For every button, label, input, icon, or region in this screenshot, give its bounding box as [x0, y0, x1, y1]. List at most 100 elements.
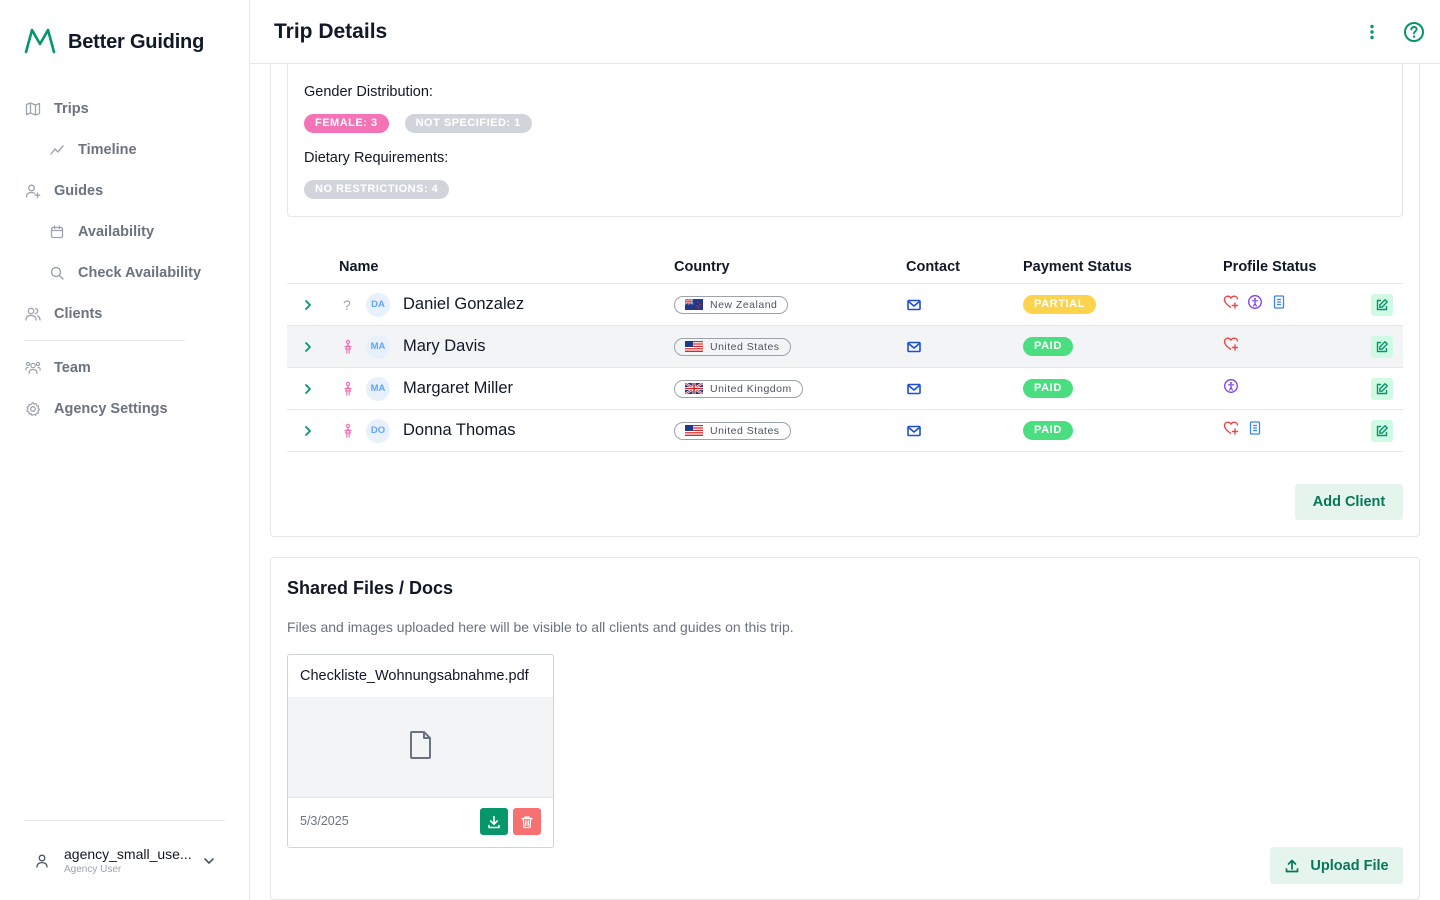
sidebar-item-team[interactable]: Team — [0, 347, 249, 388]
user-name: agency_small_use... — [64, 846, 192, 862]
female-icon — [341, 410, 355, 451]
mail-icon[interactable] — [906, 284, 922, 325]
accessibility-icon — [1247, 294, 1263, 315]
clients-card: Gender Distribution: FEMALE: 3 NOT SPECI… — [270, 64, 1420, 537]
heart-plus-icon — [1223, 420, 1239, 441]
payment-status-badge: PAID — [1023, 421, 1073, 440]
column-header-profile[interactable]: Profile Status — [1223, 259, 1316, 275]
table-row[interactable]: DO Donna Thomas United States PAID — [287, 410, 1403, 452]
edit-client-button[interactable] — [1371, 335, 1393, 358]
payment-status-badge: PAID — [1023, 337, 1073, 356]
trash-icon — [521, 815, 533, 828]
chevron-down-icon[interactable] — [199, 851, 219, 871]
client-name: Donna Thomas — [403, 421, 516, 439]
trip-summary: Gender Distribution: FEMALE: 3 NOT SPECI… — [287, 64, 1403, 217]
table-row[interactable]: ? DA Daniel Gonzalez New Zealand PARTIAL — [287, 284, 1403, 326]
file-name: Checkliste_Wohnungsabnahme.pdf — [300, 668, 529, 684]
sidebar-item-clients[interactable]: Clients — [0, 293, 249, 334]
sidebar-item-guides[interactable]: Guides — [0, 170, 249, 211]
shared-files-card: Shared Files / Docs Files and images upl… — [270, 557, 1420, 900]
help-icon[interactable] — [1402, 20, 1426, 44]
sidebar-item-check-availability[interactable]: Check Availability — [0, 252, 249, 293]
column-header-payment[interactable]: Payment Status — [1023, 259, 1132, 275]
accessibility-icon — [1223, 378, 1239, 399]
flag-us-icon — [685, 425, 703, 436]
gear-icon — [24, 400, 42, 418]
payment-status-badge: PAID — [1023, 379, 1073, 398]
section-title: Shared Files / Docs — [287, 578, 454, 598]
column-header-name[interactable]: Name — [339, 259, 379, 275]
gender-chip-not-specified: NOT SPECIFIED: 1 — [404, 114, 532, 133]
file-date: 5/3/2025 — [300, 814, 349, 828]
sidebar-item-label: Guides — [54, 182, 104, 199]
dietary-chip-no-restrictions: NO RESTRICTIONS: 4 — [304, 180, 450, 199]
user-role: Agency User — [64, 864, 122, 875]
dietary-requirements-label: Dietary Requirements: — [304, 150, 449, 166]
file-card[interactable]: Checkliste_Wohnungsabnahme.pdf 5/3/2025 — [287, 654, 554, 848]
add-client-button[interactable]: Add Client — [1295, 484, 1403, 520]
sidebar-item-agency-settings[interactable]: Agency Settings — [0, 388, 249, 429]
country-name: New Zealand — [710, 298, 778, 311]
search-icon — [48, 264, 66, 282]
country-badge: New Zealand — [674, 295, 789, 314]
country-badge: United States — [674, 337, 791, 356]
mail-icon[interactable] — [906, 410, 922, 451]
sidebar-item-timeline[interactable]: Timeline — [0, 129, 249, 170]
document-icon — [1247, 420, 1263, 441]
more-options-icon[interactable] — [1360, 20, 1384, 44]
sidebar-item-availability[interactable]: Availability — [0, 211, 249, 252]
user-menu[interactable]: agency_small_use... Agency User — [24, 820, 225, 900]
country-name: United States — [710, 424, 780, 437]
edit-client-button[interactable] — [1371, 293, 1393, 316]
heart-plus-icon — [1223, 336, 1239, 357]
upload-icon — [1286, 859, 1299, 872]
document-icon — [1271, 294, 1287, 315]
payment-status-badge: PARTIAL — [1023, 295, 1097, 314]
sidebar-item-label: Clients — [54, 305, 103, 322]
flag-uk-icon — [685, 383, 703, 394]
main-content: Trip Details Gender Distribution: FEMALE… — [250, 0, 1440, 900]
expand-chevron-icon[interactable] — [301, 368, 315, 409]
edit-icon — [1376, 298, 1388, 310]
sidebar-item-label: Agency Settings — [54, 400, 168, 417]
mail-icon[interactable] — [906, 326, 922, 367]
delete-button[interactable] — [513, 808, 541, 835]
expand-chevron-icon[interactable] — [301, 326, 315, 367]
female-icon — [341, 326, 355, 367]
gender-distribution-label: Gender Distribution: — [304, 84, 433, 100]
page-title: Trip Details — [274, 19, 388, 43]
download-button[interactable] — [480, 808, 508, 835]
country-badge: United Kingdom — [674, 379, 803, 398]
expand-chevron-icon[interactable] — [301, 284, 315, 325]
upload-file-button[interactable]: Upload File — [1270, 847, 1403, 884]
heart-plus-icon — [1223, 294, 1239, 315]
column-header-country[interactable]: Country — [674, 259, 730, 275]
download-icon — [488, 815, 500, 828]
team-icon — [24, 359, 42, 377]
avatar: MA — [366, 334, 390, 359]
flag-us-icon — [685, 341, 703, 352]
table-row[interactable]: MA Mary Davis United States PAID — [287, 326, 1403, 368]
mail-icon[interactable] — [906, 368, 922, 409]
user-plus-icon — [24, 182, 42, 200]
edit-client-button[interactable] — [1371, 419, 1393, 442]
section-description: Files and images uploaded here will be v… — [287, 619, 794, 635]
table-header: Name Country Contact Payment Status Prof… — [287, 257, 1403, 284]
table-row[interactable]: MA Margaret Miller United Kingdom PAID — [287, 368, 1403, 410]
expand-chevron-icon[interactable] — [301, 410, 315, 451]
column-header-contact[interactable]: Contact — [906, 259, 960, 275]
sidebar-divider — [24, 340, 185, 341]
avatar: DA — [366, 292, 390, 317]
sidebar-item-trips[interactable]: Trips — [0, 88, 249, 129]
gender-chip-female: FEMALE: 3 — [304, 114, 389, 133]
flag-nz-icon — [685, 299, 703, 310]
edit-client-button[interactable] — [1371, 377, 1393, 400]
brand-name: Better Guiding — [68, 31, 205, 53]
trend-line-icon — [48, 141, 66, 159]
female-icon — [341, 368, 355, 409]
avatar: DO — [366, 418, 390, 443]
brand[interactable]: Better Guiding — [24, 26, 204, 59]
edit-icon — [1376, 424, 1388, 436]
clients-table: Name Country Contact Payment Status Prof… — [287, 257, 1403, 452]
file-preview[interactable] — [288, 697, 553, 797]
